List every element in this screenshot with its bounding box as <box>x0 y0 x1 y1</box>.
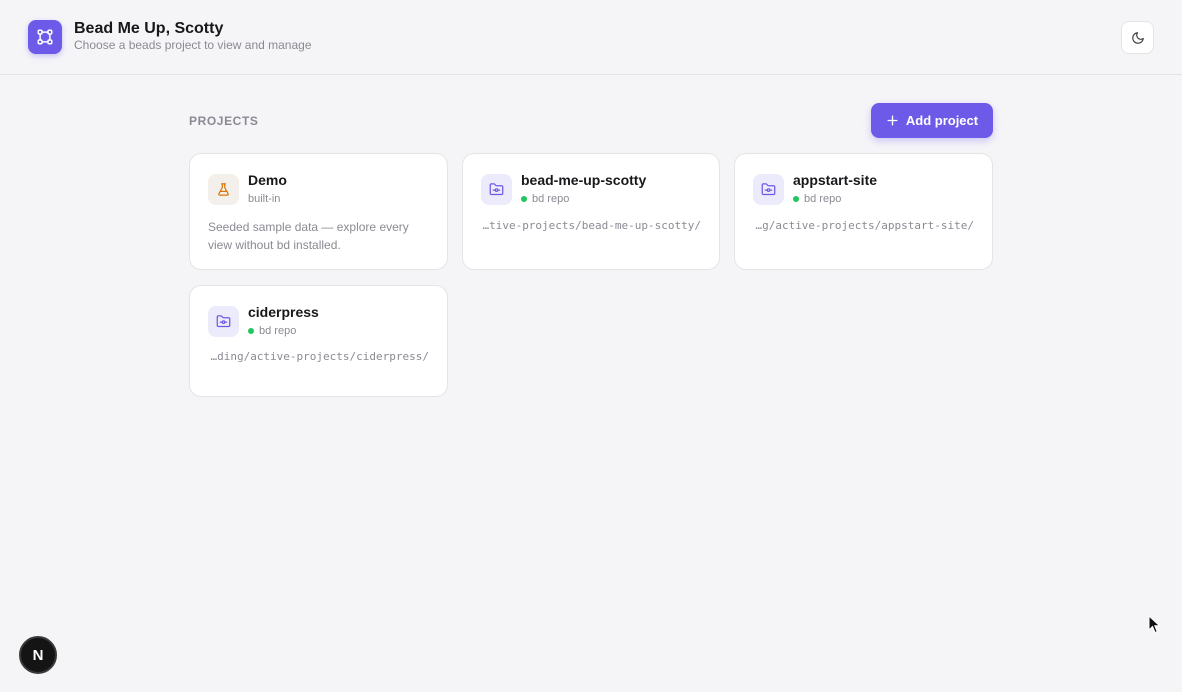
project-kind-label: bd repo <box>259 325 297 337</box>
project-kind: bd repo <box>521 193 569 205</box>
moon-icon <box>1131 31 1144 44</box>
add-project-button[interactable]: Add project <box>871 103 993 138</box>
status-dot <box>248 328 254 334</box>
project-path: …g/active-projects/appstart-site/ <box>755 219 974 232</box>
app-logo <box>28 20 62 54</box>
project-card-demo[interactable]: Demo built-in Seeded sample data — explo… <box>189 153 448 270</box>
project-card-bead-me-up-scotty[interactable]: bead-me-up-scotty bd repo …tive-projects… <box>462 153 720 270</box>
flask-icon <box>218 183 229 196</box>
add-project-label: Add project <box>905 113 979 128</box>
project-card-ciderpress[interactable]: ciderpress bd repo …ding/active-projects… <box>189 285 448 397</box>
project-kind: bd repo <box>793 193 841 205</box>
project-card-appstart-site[interactable]: appstart-site bd repo …g/active-projects… <box>734 153 993 270</box>
theme-toggle-button[interactable] <box>1121 21 1154 54</box>
dev-tools-badge[interactable]: N <box>19 636 57 674</box>
project-name: bead-me-up-scotty <box>521 172 647 188</box>
plus-icon <box>887 115 898 126</box>
project-path: …ding/active-projects/ciderpress/ <box>210 350 429 363</box>
project-kind-label: bd repo <box>532 193 570 205</box>
project-kind: bd repo <box>248 325 296 337</box>
folder-git-icon <box>489 183 504 196</box>
folder-git-icon <box>761 183 776 196</box>
app-header: Bead Me Up, Scotty Choose a beads projec… <box>0 0 1182 75</box>
project-name: Demo <box>248 172 287 188</box>
project-icon <box>208 174 239 205</box>
status-dot <box>521 196 527 202</box>
project-name: ciderpress <box>248 304 319 320</box>
project-kind: built-in <box>248 193 280 205</box>
project-kind-label: bd repo <box>804 193 842 205</box>
project-kind-label: built-in <box>248 193 281 205</box>
app-title: Bead Me Up, Scotty <box>74 20 224 37</box>
mouse-cursor-icon <box>1148 615 1161 634</box>
project-icon <box>753 174 784 205</box>
beads-network-icon <box>37 29 53 45</box>
app-subtitle: Choose a beads project to view and manag… <box>74 38 312 52</box>
project-path: …tive-projects/bead-me-up-scotty/ <box>482 219 701 232</box>
project-name: appstart-site <box>793 172 878 188</box>
status-dot <box>793 196 799 202</box>
projects-section-label: PROJECTS <box>189 114 259 128</box>
project-description: Seeded sample data — explore every view … <box>208 220 409 252</box>
project-icon <box>208 306 239 337</box>
folder-git-icon <box>216 315 231 328</box>
project-icon <box>481 174 512 205</box>
